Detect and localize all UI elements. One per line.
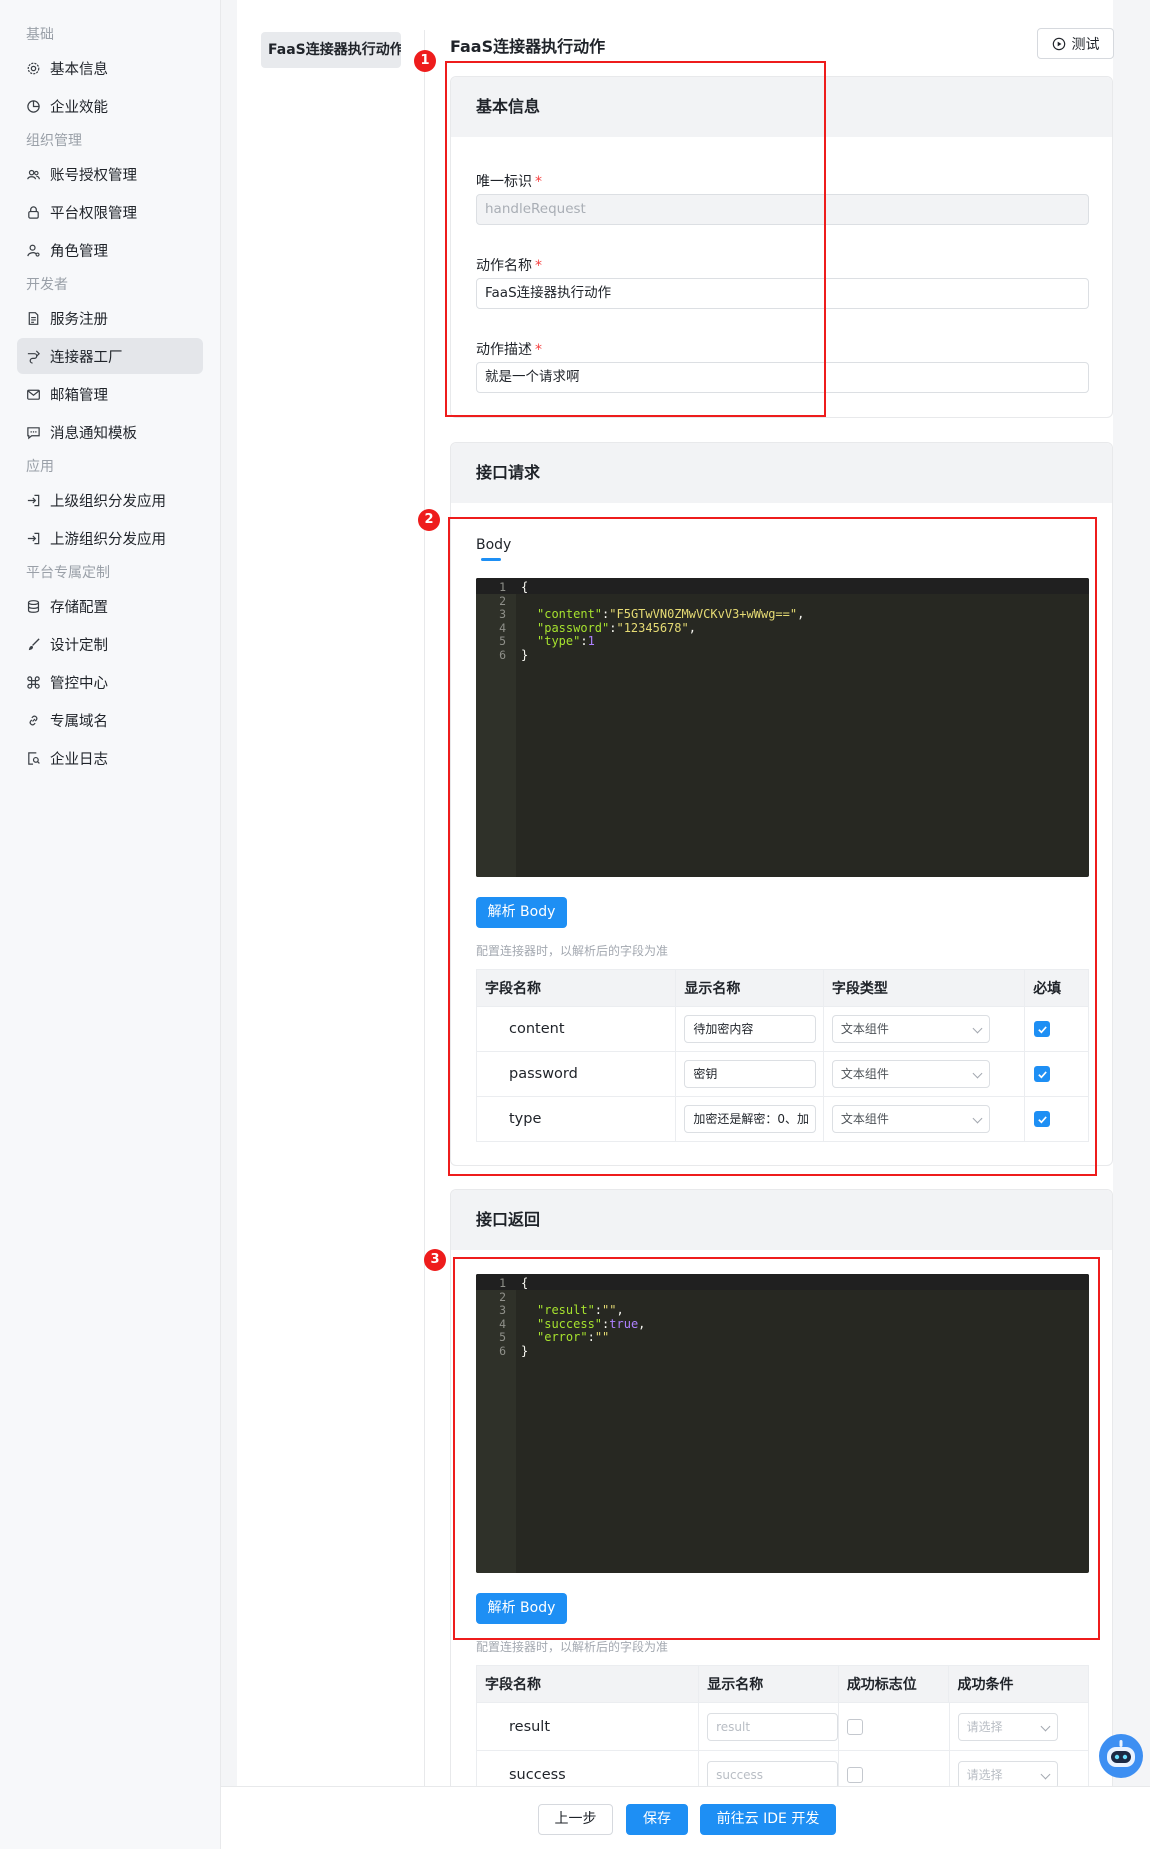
sidebar-item-label: 存储配置 bbox=[50, 599, 108, 616]
sidebar-group-label: 平台专属定制 bbox=[26, 565, 110, 581]
column-header: 字段名称 bbox=[477, 1666, 700, 1702]
sidebar-item[interactable]: 专属域名 bbox=[17, 702, 203, 738]
sidebar-item[interactable]: 基本信息 bbox=[17, 50, 203, 86]
mail-icon bbox=[26, 387, 41, 402]
play-circle-icon bbox=[1052, 37, 1065, 50]
sidebar-item-label: 企业日志 bbox=[50, 751, 108, 768]
annotation-box-3 bbox=[453, 1257, 1100, 1640]
pie-chart-icon bbox=[26, 99, 41, 114]
sidebar-item[interactable]: 账号授权管理 bbox=[17, 156, 203, 192]
column-header: 成功标志位 bbox=[839, 1666, 950, 1702]
sidebar-item[interactable]: 角色管理 bbox=[17, 232, 203, 268]
display-name-input[interactable]: result bbox=[707, 1712, 839, 1741]
user-role-icon bbox=[26, 243, 41, 258]
field-name: result bbox=[477, 1703, 700, 1750]
sidebar-group-label: 应用 bbox=[26, 459, 54, 475]
chevron-down-icon bbox=[1040, 1721, 1051, 1731]
test-button[interactable]: 测试 bbox=[1037, 28, 1114, 59]
success-condition-select[interactable]: 请选择 bbox=[957, 1712, 1058, 1741]
database-icon bbox=[26, 599, 41, 614]
divider bbox=[424, 30, 425, 1790]
response-fields-table: 字段名称 显示名称 成功标志位 成功条件 result result 请选择 s… bbox=[476, 1665, 1089, 1799]
annotation-badge-2: 2 bbox=[418, 509, 440, 531]
link-icon bbox=[26, 713, 41, 728]
sidebar-item-label: 账号授权管理 bbox=[50, 167, 137, 184]
sidebar-group-label: 开发者 bbox=[26, 277, 68, 293]
sidebar-item[interactable]: 管控中心 bbox=[17, 664, 203, 700]
sidebar-item-label: 平台权限管理 bbox=[50, 205, 137, 222]
column-header: 显示名称 bbox=[699, 1666, 839, 1702]
sidebar-item-label: 基本信息 bbox=[50, 61, 108, 78]
chevron-down-icon bbox=[1040, 1769, 1051, 1779]
table-header: 字段名称 显示名称 成功标志位 成功条件 bbox=[477, 1666, 1088, 1702]
robot-assistant-icon[interactable] bbox=[1098, 1733, 1144, 1779]
action-tab[interactable]: FaaS连接器执行动作 bbox=[261, 32, 401, 68]
sidebar-group-label: 组织管理 bbox=[26, 133, 82, 149]
save-button[interactable]: 保存 bbox=[626, 1804, 688, 1835]
success-flag-checkbox[interactable] bbox=[847, 1766, 864, 1783]
gear-icon bbox=[26, 61, 41, 76]
request-title: 接口请求 bbox=[451, 443, 1112, 503]
sidebar-item-label: 管控中心 bbox=[50, 675, 108, 692]
annotation-badge-1: 1 bbox=[414, 50, 436, 72]
connector-icon bbox=[26, 349, 41, 364]
sidebar-item[interactable]: 连接器工厂 bbox=[17, 338, 203, 374]
annotation-box-1 bbox=[445, 61, 826, 417]
sidebar-item[interactable]: 邮箱管理 bbox=[17, 376, 203, 412]
login-icon bbox=[26, 493, 41, 508]
parse-hint: 配置连接器时，以解析后的字段为准 bbox=[476, 1640, 669, 1654]
sidebar-group-label: 基础 bbox=[26, 27, 54, 43]
sidebar: 基础基本信息企业效能组织管理账号授权管理 平台权限管理 角色管理开发者服务注册连接器… bbox=[0, 0, 221, 1849]
go-to-ide-button[interactable]: 前往云 IDE 开发 bbox=[700, 1804, 836, 1835]
success-flag-checkbox[interactable] bbox=[847, 1718, 864, 1735]
sidebar-item[interactable]: 存储配置 bbox=[17, 588, 203, 624]
prev-button[interactable]: 上一步 bbox=[538, 1804, 613, 1835]
sidebar-item[interactable]: 上级组织分发应用 bbox=[17, 482, 203, 518]
sidebar-item[interactable]: 企业日志 bbox=[17, 740, 203, 776]
sidebar-item-label: 服务注册 bbox=[50, 311, 108, 328]
annotation-badge-3: 3 bbox=[424, 1249, 446, 1271]
sidebar-item-label: 上级组织分发应用 bbox=[50, 493, 166, 510]
users-icon bbox=[26, 167, 41, 182]
sidebar-item[interactable]: 平台权限管理 bbox=[17, 194, 203, 230]
test-button-label: 测试 bbox=[1071, 36, 1100, 53]
command-icon bbox=[26, 675, 41, 690]
display-name-input[interactable]: success bbox=[707, 1760, 839, 1789]
footer-bar: 上一步 保存 前往云 IDE 开发 bbox=[221, 1786, 1150, 1849]
sidebar-item[interactable]: 消息通知模板 bbox=[17, 414, 203, 450]
brush-icon bbox=[26, 637, 41, 652]
sidebar-item[interactable]: 设计定制 bbox=[17, 626, 203, 662]
sidebar-item-label: 专属域名 bbox=[50, 713, 108, 730]
log-search-icon bbox=[26, 751, 41, 766]
sidebar-item[interactable]: 上游组织分发应用 bbox=[17, 520, 203, 556]
sidebar-item-label: 上游组织分发应用 bbox=[50, 531, 166, 548]
sidebar-item-label: 连接器工厂 bbox=[50, 349, 123, 366]
annotation-box-2 bbox=[448, 517, 1097, 1176]
document-icon bbox=[26, 311, 41, 326]
sidebar-item-label: 设计定制 bbox=[50, 637, 108, 654]
table-row: result result 请选择 bbox=[477, 1702, 1088, 1750]
success-condition-select[interactable]: 请选择 bbox=[957, 1760, 1058, 1789]
response-title: 接口返回 bbox=[451, 1190, 1112, 1250]
sidebar-item-label: 消息通知模板 bbox=[50, 425, 137, 442]
page-title: FaaS连接器执行动作 bbox=[450, 37, 606, 56]
sidebar-item-label: 企业效能 bbox=[50, 99, 108, 116]
message-icon bbox=[26, 425, 41, 440]
sidebar-item[interactable]: 服务注册 bbox=[17, 300, 203, 336]
lock-icon bbox=[26, 205, 41, 220]
sidebar-item-label: 邮箱管理 bbox=[50, 387, 108, 404]
column-header: 成功条件 bbox=[957, 1677, 1014, 1693]
login-icon bbox=[26, 531, 41, 546]
sidebar-item[interactable]: 企业效能 bbox=[17, 88, 203, 124]
sidebar-item-label: 角色管理 bbox=[50, 243, 108, 260]
